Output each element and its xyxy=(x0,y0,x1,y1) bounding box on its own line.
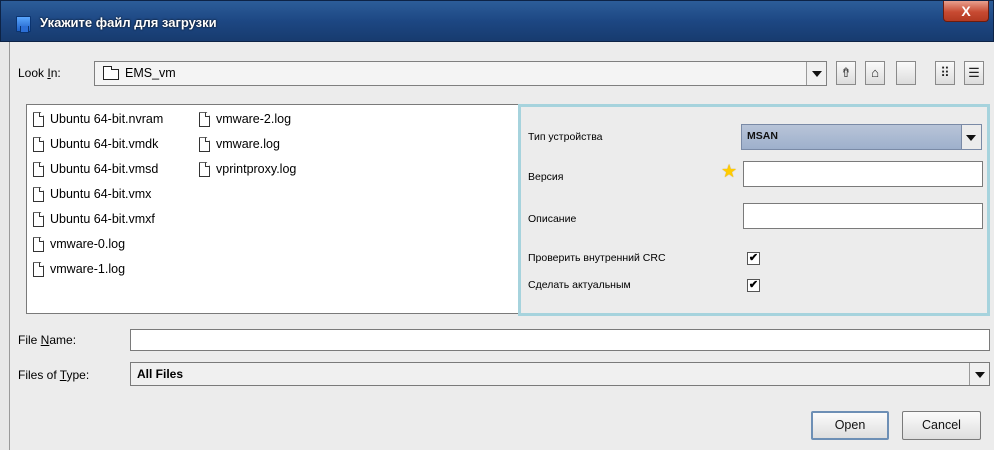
make-current-checkbox[interactable]: ✔ xyxy=(747,279,760,292)
file-icon xyxy=(199,112,210,128)
look-in-combo[interactable]: EMS_vm xyxy=(94,61,827,86)
chevron-down-icon[interactable] xyxy=(961,125,981,149)
check-crc-label: Проверить внутренний CRC xyxy=(528,252,666,264)
up-one-level-button[interactable]: ⇮ xyxy=(836,61,856,85)
file-name-label: File Name: xyxy=(18,333,77,347)
folder-icon xyxy=(103,66,119,80)
home-button[interactable]: ⌂ xyxy=(865,61,885,85)
file-icon xyxy=(199,162,210,178)
star-icon: ★ xyxy=(721,161,738,181)
device-type-label: Тип устройства xyxy=(528,131,603,143)
cancel-button[interactable]: Cancel xyxy=(902,411,981,440)
file-item[interactable]: vmware-0.log xyxy=(33,234,125,254)
file-chooser-dialog: Look In: EMS_vm ⇮ ⌂ ⠿ ☰ Ubuntu 64-bit.nv… xyxy=(9,42,994,450)
device-type-value: MSAN xyxy=(747,130,778,142)
file-icon xyxy=(33,137,44,153)
look-in-label: Look In: xyxy=(18,66,61,80)
make-current-label: Сделать актуальным xyxy=(528,279,631,291)
file-item[interactable]: Ubuntu 64-bit.vmx xyxy=(33,184,151,204)
chevron-down-icon[interactable] xyxy=(969,363,989,385)
home-icon: ⌂ xyxy=(871,65,879,80)
file-icon xyxy=(33,212,44,228)
description-label: Описание xyxy=(528,213,577,225)
files-of-type-combo[interactable]: All Files xyxy=(130,362,990,386)
close-button[interactable]: X xyxy=(943,1,989,22)
details-view-icon: ☰ xyxy=(968,65,980,80)
checkmark-icon: ✔ xyxy=(748,279,759,291)
file-item[interactable]: Ubuntu 64-bit.vmsd xyxy=(33,159,158,179)
file-list[interactable]: Ubuntu 64-bit.nvram Ubuntu 64-bit.vmdk U… xyxy=(26,104,519,314)
file-item[interactable]: Ubuntu 64-bit.vmxf xyxy=(33,209,155,229)
look-in-value: EMS_vm xyxy=(125,66,176,80)
file-item[interactable]: Ubuntu 64-bit.nvram xyxy=(33,109,163,129)
details-view-button[interactable]: ☰ xyxy=(964,61,984,85)
file-item[interactable]: vmware-1.log xyxy=(33,259,125,279)
open-button[interactable]: Open xyxy=(811,411,889,440)
file-item[interactable]: Ubuntu 64-bit.vmdk xyxy=(33,134,158,154)
version-input[interactable] xyxy=(743,161,983,187)
file-name-input[interactable] xyxy=(130,329,990,351)
list-view-button[interactable]: ⠿ xyxy=(935,61,955,85)
files-of-type-value: All Files xyxy=(137,367,184,381)
upload-options-panel: Тип устройства MSAN Версия ★ Описание Пр… xyxy=(518,104,990,316)
file-icon xyxy=(33,112,44,128)
description-input[interactable] xyxy=(743,203,983,229)
window-title: Укажите файл для загрузки xyxy=(40,15,217,30)
checkmark-icon: ✔ xyxy=(748,252,759,264)
version-label: Версия xyxy=(528,171,564,183)
device-type-combo[interactable]: MSAN xyxy=(741,124,982,150)
files-of-type-label: Files of Type: xyxy=(18,368,90,382)
new-folder-button[interactable] xyxy=(896,61,916,85)
file-icon xyxy=(33,262,44,278)
check-crc-checkbox[interactable]: ✔ xyxy=(747,252,760,265)
file-item[interactable]: vmware-2.log xyxy=(199,109,291,129)
title-bar: Укажите файл для загрузки X xyxy=(0,0,994,42)
file-icon xyxy=(199,137,210,153)
file-icon xyxy=(33,237,44,253)
file-icon xyxy=(33,162,44,178)
chevron-down-icon[interactable] xyxy=(806,62,826,85)
up-folder-icon: ⇮ xyxy=(840,65,852,80)
file-item[interactable]: vmware.log xyxy=(199,134,280,154)
java-app-icon xyxy=(16,16,31,33)
file-item[interactable]: vprintproxy.log xyxy=(199,159,296,179)
list-view-icon: ⠿ xyxy=(940,65,950,80)
file-icon xyxy=(33,187,44,203)
